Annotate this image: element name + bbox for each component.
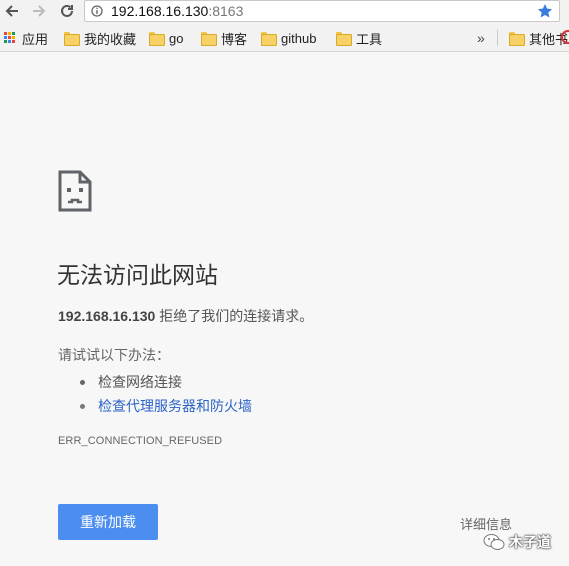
watermark: 木子道	[483, 530, 551, 554]
bookmark-label: 应用	[22, 31, 49, 47]
bookmarks-overflow-button[interactable]: »	[477, 30, 485, 46]
folder-icon	[149, 32, 165, 46]
bookmarks-bar: 应用 我的收藏 go 博客 github 工具 » 其他书	[0, 24, 569, 52]
bookmark-blog[interactable]: 博客	[201, 30, 248, 47]
reload-button[interactable]: 重新加载	[58, 504, 158, 540]
bookmark-label: 工具	[356, 31, 383, 47]
reload-toolbar-button[interactable]	[58, 2, 76, 20]
bookmark-label: github	[281, 30, 317, 46]
bookmark-favorites[interactable]: 我的收藏	[64, 30, 137, 47]
error-code: ERR_CONNECTION_REFUSED	[58, 435, 223, 447]
back-button[interactable]	[3, 2, 21, 20]
error-title: 无法访问此网站	[57, 262, 218, 288]
url-host: 192.168.16.130	[111, 3, 209, 19]
bookmark-go[interactable]: go	[149, 30, 183, 46]
url-port: :8163	[208, 3, 244, 19]
bookmark-tools[interactable]: 工具	[336, 30, 383, 47]
bookmark-label: 我的收藏	[84, 31, 137, 47]
watermark-text: 木子道	[509, 534, 551, 550]
suggestion-check-network: 检查网络连接	[78, 370, 252, 394]
back-arrow-icon	[5, 5, 18, 17]
address-bar[interactable]: 192.168.16.130:8163	[84, 0, 560, 22]
bookmark-label: 博客	[221, 31, 248, 47]
sad-page-icon	[58, 170, 92, 212]
folder-icon	[261, 32, 277, 46]
folder-icon	[336, 32, 352, 46]
error-message: 拒绝了我们的连接请求。	[155, 308, 314, 324]
page-info-icon[interactable]	[91, 5, 103, 17]
suggestions-label: 请试试以下办法：	[58, 347, 170, 363]
error-host: 192.168.16.130	[58, 308, 156, 324]
bookmark-apps[interactable]: 应用	[4, 30, 49, 47]
bookmark-star-icon[interactable]	[537, 3, 553, 19]
suggestions-list: 检查网络连接 检查代理服务器和防火墙	[78, 370, 252, 418]
bookmark-github[interactable]: github	[261, 30, 316, 46]
forward-button[interactable]	[30, 2, 48, 20]
wechat-icon	[483, 534, 505, 550]
bookmark-other[interactable]: 其他书	[509, 30, 568, 47]
folder-icon	[509, 32, 525, 46]
suggestion-check-proxy-link[interactable]: 检查代理服务器和防火墙	[78, 394, 252, 418]
forward-arrow-icon	[33, 5, 46, 17]
error-summary: 192.168.16.130 拒绝了我们的连接请求。	[58, 307, 313, 325]
browser-toolbar: 192.168.16.130:8163	[0, 0, 569, 24]
bookmarks-divider	[497, 30, 498, 46]
folder-icon	[201, 32, 217, 46]
partial-red-icon[interactable]	[561, 30, 569, 44]
bookmark-label: go	[169, 30, 184, 46]
refresh-icon	[61, 4, 73, 17]
folder-icon	[64, 32, 80, 46]
apps-grid-icon	[4, 32, 16, 44]
url-text: 192.168.16.130:8163	[111, 3, 243, 19]
